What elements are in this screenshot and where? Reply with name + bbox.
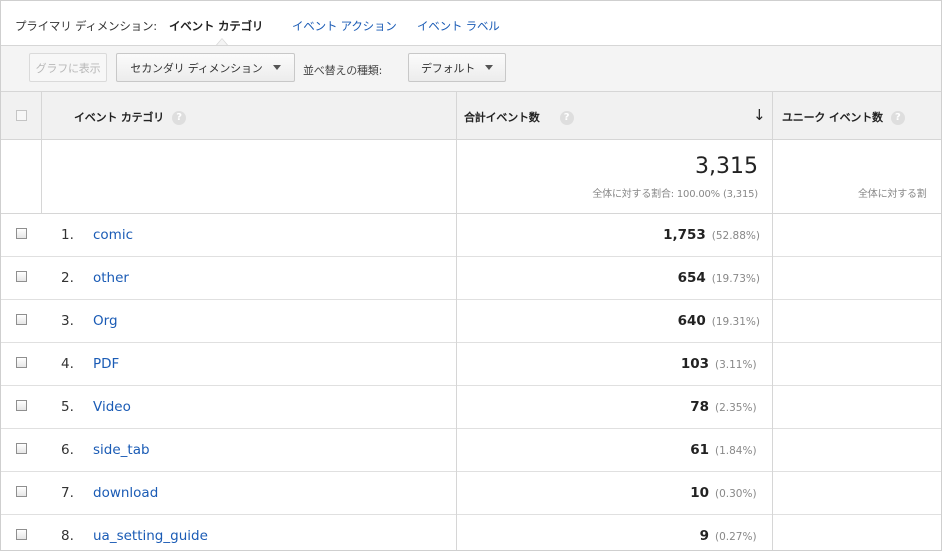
- column-divider: [41, 92, 42, 213]
- row-event-category-link[interactable]: Org: [93, 313, 118, 329]
- row-total-events-value: 61: [690, 442, 709, 458]
- row-event-category-link[interactable]: comic: [93, 227, 133, 243]
- column-header-event-category[interactable]: イベント カテゴリ?: [74, 109, 187, 125]
- row-event-category-link[interactable]: ua_setting_guide: [93, 528, 208, 544]
- row-total-events-value: 9: [699, 528, 709, 544]
- sort-type-value: デフォルト: [421, 61, 475, 75]
- row-total-events: 78 (2.35%): [457, 399, 760, 415]
- total-events-percent: 全体に対する割合: 100.00% (3,315): [592, 189, 758, 200]
- table-row: 8. ua_setting_guide 9 (0.27%): [1, 515, 941, 550]
- row-checkbox[interactable]: [16, 400, 27, 411]
- row-event-category-link[interactable]: download: [93, 485, 158, 501]
- row-total-events-value: 103: [680, 356, 709, 372]
- row-number: 3.: [61, 313, 74, 329]
- dropdown-arrow-icon: [485, 65, 493, 70]
- row-total-events-percent: (3.11%): [715, 359, 757, 371]
- totals-row: 3,315 全体に対する割合: 100.00% (3,315) 全体に対する割: [1, 140, 941, 214]
- primary-dimension-label: プライマリ ディメンション:: [15, 19, 157, 33]
- table-row: 4. PDF 103 (3.11%): [1, 343, 941, 386]
- row-total-events-percent: (52.88%): [711, 230, 760, 242]
- table-toolbar: グラフに表示 セカンダリ ディメンション 並べ替えの種類: デフォルト: [1, 46, 941, 92]
- row-number: 4.: [61, 356, 74, 372]
- help-icon[interactable]: ?: [559, 111, 574, 125]
- dimension-event-category[interactable]: イベント カテゴリ: [169, 18, 263, 34]
- row-total-events: 61 (1.84%): [457, 442, 760, 458]
- row-total-events-value: 10: [690, 485, 709, 501]
- sort-type-dropdown[interactable]: デフォルト: [408, 53, 506, 82]
- select-all-checkbox[interactable]: [16, 110, 27, 121]
- dropdown-arrow-icon: [272, 65, 281, 70]
- row-total-events: 103 (3.11%): [457, 356, 760, 372]
- column-header-total-events-label: 合計イベント数: [464, 111, 540, 124]
- total-events-value: 3,315: [695, 154, 758, 179]
- row-number: 7.: [61, 485, 74, 501]
- row-number: 5.: [61, 399, 74, 415]
- row-checkbox[interactable]: [16, 486, 27, 497]
- row-total-events-value: 1,753: [663, 227, 706, 243]
- report-frame: プライマリ ディメンション: イベント カテゴリ イベント アクション イベント…: [0, 0, 942, 551]
- row-total-events-percent: (0.27%): [715, 531, 757, 543]
- row-event-category-link[interactable]: other: [93, 270, 129, 286]
- table-row: 2. other 654 (19.73%): [1, 257, 941, 300]
- dimension-event-action-link[interactable]: イベント アクション: [292, 18, 397, 34]
- column-header-event-category-label: イベント カテゴリ: [74, 111, 165, 124]
- help-icon[interactable]: ?: [172, 111, 187, 125]
- table-row: 1. comic 1,753 (52.88%): [1, 214, 941, 257]
- row-total-events: 10 (0.30%): [457, 485, 760, 501]
- row-checkbox[interactable]: [16, 357, 27, 368]
- row-total-events-percent: (19.31%): [711, 316, 760, 328]
- row-total-events: 9 (0.27%): [457, 528, 760, 544]
- row-event-category-link[interactable]: Video: [93, 399, 131, 415]
- row-total-events-percent: (0.30%): [715, 488, 757, 500]
- column-header-total-events[interactable]: 合計イベント数?: [464, 109, 574, 125]
- help-icon[interactable]: ?: [890, 111, 905, 125]
- row-total-events-value: 640: [677, 313, 706, 329]
- row-checkbox[interactable]: [16, 529, 27, 540]
- row-number: 8.: [61, 528, 74, 544]
- table-header: イベント カテゴリ? 合計イベント数? ↓ ユニーク イベント数?: [1, 92, 941, 140]
- sort-descending-arrow-icon: ↓: [753, 106, 766, 124]
- row-number: 2.: [61, 270, 74, 286]
- row-checkbox[interactable]: [16, 228, 27, 239]
- primary-dimension-bar: プライマリ ディメンション: イベント カテゴリ イベント アクション イベント…: [1, 1, 941, 46]
- column-header-unique-events-label: ユニーク イベント数: [782, 111, 883, 124]
- row-total-events-percent: (2.35%): [715, 402, 757, 414]
- row-event-category-link[interactable]: side_tab: [93, 442, 150, 458]
- secondary-dimension-dropdown[interactable]: セカンダリ ディメンション: [116, 53, 295, 82]
- table-row: 7. download 10 (0.30%): [1, 472, 941, 515]
- table-row: 5. Video 78 (2.35%): [1, 386, 941, 429]
- table-row: 3. Org 640 (19.31%): [1, 300, 941, 343]
- row-total-events: 640 (19.31%): [457, 313, 760, 329]
- row-checkbox[interactable]: [16, 314, 27, 325]
- unique-events-percent-partial: 全体に対する割: [858, 189, 927, 200]
- dimension-event-label-link[interactable]: イベント ラベル: [417, 18, 500, 34]
- row-checkbox[interactable]: [16, 271, 27, 282]
- row-total-events: 654 (19.73%): [457, 270, 760, 286]
- row-total-events: 1,753 (52.88%): [457, 227, 760, 243]
- row-number: 1.: [61, 227, 74, 243]
- row-event-category-link[interactable]: PDF: [93, 356, 119, 372]
- column-divider: [456, 92, 457, 550]
- table-row: 6. side_tab 61 (1.84%): [1, 429, 941, 472]
- column-header-unique-events[interactable]: ユニーク イベント数?: [782, 109, 905, 125]
- sort-type-label: 並べ替えの種類:: [303, 64, 383, 77]
- row-total-events-value: 654: [677, 270, 706, 286]
- row-total-events-percent: (19.73%): [711, 273, 760, 285]
- active-dimension-caret-icon: [216, 38, 228, 45]
- secondary-dimension-label: セカンダリ ディメンション: [130, 61, 263, 75]
- row-checkbox[interactable]: [16, 443, 27, 454]
- column-divider: [772, 92, 773, 550]
- plot-rows-button[interactable]: グラフに表示: [29, 53, 107, 82]
- row-total-events-percent: (1.84%): [715, 445, 757, 457]
- plot-rows-label: グラフに表示: [35, 61, 101, 75]
- row-number: 6.: [61, 442, 74, 458]
- row-total-events-value: 78: [690, 399, 709, 415]
